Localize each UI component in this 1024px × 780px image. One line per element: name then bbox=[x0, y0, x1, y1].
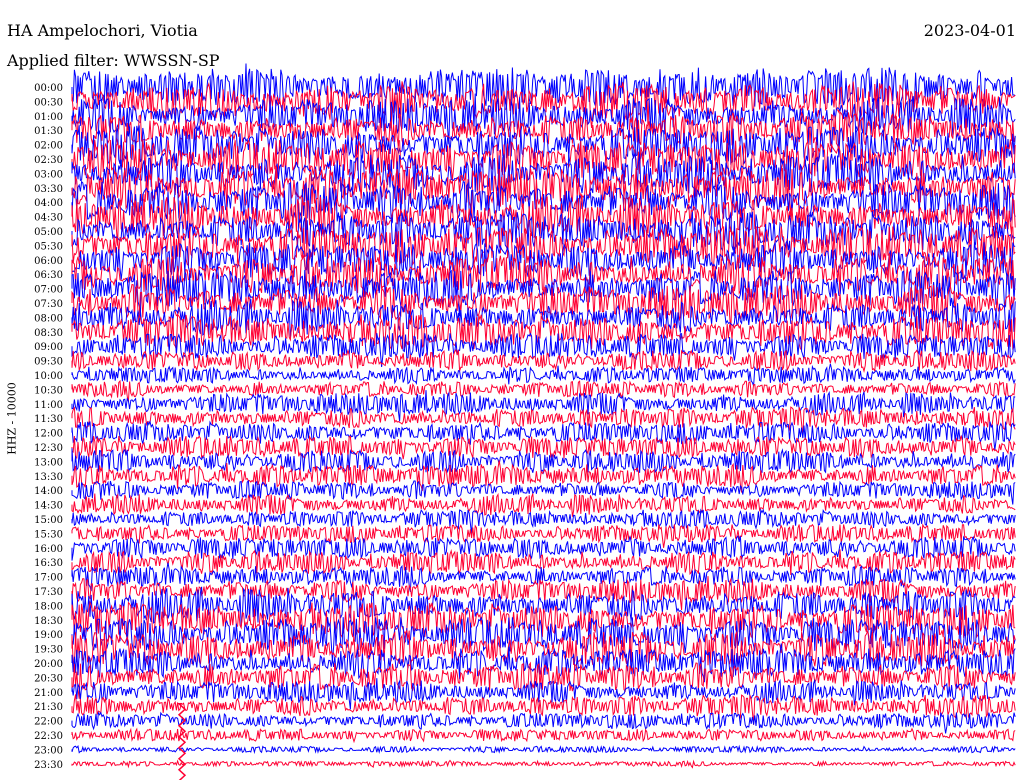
time-label: 04:30 bbox=[34, 213, 63, 224]
traces-group bbox=[71, 63, 1016, 780]
time-labels-group: 00:00 00:30 01:00 01:30 02:00 02:30 03:00 03:30… bbox=[34, 83, 63, 771]
time-label: 14:30 bbox=[34, 501, 63, 512]
trace-row bbox=[71, 508, 1016, 535]
time-label: 15:30 bbox=[34, 529, 63, 540]
time-label: 11:30 bbox=[34, 414, 63, 425]
time-label: 08:00 bbox=[34, 313, 63, 324]
time-label: 19:00 bbox=[34, 630, 63, 641]
time-label: 01:30 bbox=[34, 126, 63, 137]
time-label: 10:30 bbox=[34, 385, 63, 396]
time-label: 02:00 bbox=[34, 141, 63, 152]
time-label: 07:30 bbox=[34, 299, 63, 310]
trace-row bbox=[71, 759, 1016, 769]
time-label: 05:30 bbox=[34, 241, 63, 252]
time-label: 20:30 bbox=[34, 673, 63, 684]
time-label: 11:00 bbox=[34, 400, 63, 411]
time-label: 00:00 bbox=[34, 83, 63, 94]
time-label: 15:00 bbox=[34, 515, 63, 526]
time-label: 09:30 bbox=[34, 357, 63, 368]
time-label: 10:00 bbox=[34, 371, 63, 382]
time-label: 03:30 bbox=[34, 184, 63, 195]
time-label: 07:00 bbox=[34, 285, 63, 296]
trace-row bbox=[71, 711, 1016, 734]
time-label: 17:00 bbox=[34, 573, 63, 584]
trace-row bbox=[71, 492, 1016, 517]
time-label: 19:30 bbox=[34, 645, 63, 656]
helicorder-plot: 00:00 00:30 01:00 01:30 02:00 02:30 03:00 03:30… bbox=[34, 63, 1016, 780]
time-label: 23:30 bbox=[34, 760, 63, 771]
time-label: 22:30 bbox=[34, 731, 63, 742]
trace-row bbox=[71, 363, 1016, 387]
time-label: 03:00 bbox=[34, 169, 63, 180]
trace-row bbox=[71, 744, 1016, 755]
time-label: 01:00 bbox=[34, 112, 63, 123]
time-label: 06:00 bbox=[34, 256, 63, 267]
time-label: 16:30 bbox=[34, 558, 63, 569]
time-label: 05:00 bbox=[34, 227, 63, 238]
trace-row bbox=[71, 727, 1016, 744]
time-label: 02:30 bbox=[34, 155, 63, 166]
time-label: 21:30 bbox=[34, 702, 63, 713]
time-label: 09:00 bbox=[34, 342, 63, 353]
time-label: 04:00 bbox=[34, 198, 63, 209]
time-label: 13:30 bbox=[34, 472, 63, 483]
trace-row bbox=[71, 332, 1016, 368]
time-label: 12:00 bbox=[34, 429, 63, 440]
time-label: 18:30 bbox=[34, 616, 63, 627]
time-label: 13:00 bbox=[34, 457, 63, 468]
time-label: 16:00 bbox=[34, 544, 63, 555]
time-label: 20:00 bbox=[34, 659, 63, 670]
time-label: 23:00 bbox=[34, 745, 63, 756]
time-label: 12:30 bbox=[34, 443, 63, 454]
time-label: 18:00 bbox=[34, 601, 63, 612]
time-label: 00:30 bbox=[34, 97, 63, 108]
time-label: 14:00 bbox=[34, 486, 63, 497]
time-label: 08:30 bbox=[34, 328, 63, 339]
time-label: 22:00 bbox=[34, 717, 63, 728]
time-label: 06:30 bbox=[34, 270, 63, 281]
event-spike bbox=[177, 703, 187, 780]
time-label: 21:00 bbox=[34, 688, 63, 699]
time-label: 17:30 bbox=[34, 587, 63, 598]
